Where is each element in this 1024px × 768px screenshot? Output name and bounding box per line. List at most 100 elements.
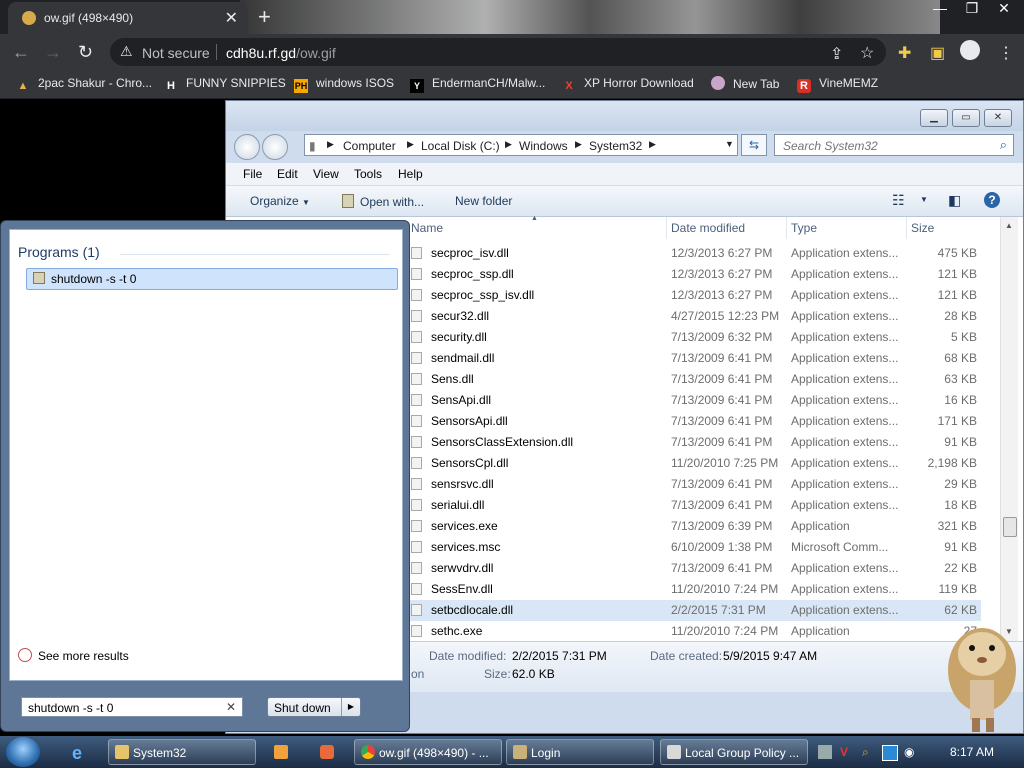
preview-pane-icon[interactable]: ◧ <box>948 192 961 209</box>
explorer-search-box[interactable]: ⌕ <box>774 134 1014 156</box>
column-divider[interactable] <box>666 217 667 239</box>
see-more-results-link[interactable]: See more results <box>18 648 129 663</box>
help-icon[interactable]: ? <box>984 192 1000 208</box>
start-search-input[interactable] <box>26 700 220 716</box>
explorer-refresh-button[interactable]: ⇆ <box>741 134 767 156</box>
file-row[interactable]: SensorsApi.dll 7/13/2009 6:41 PM Applicati… <box>407 411 981 432</box>
taskbar-button-chrome[interactable]: ow.gif (498×490) - ... <box>354 739 502 765</box>
explorer-search-input[interactable] <box>781 138 985 154</box>
reload-icon[interactable]: ↻ <box>78 42 93 63</box>
extensions-icon[interactable]: ✚ <box>898 43 911 63</box>
file-row[interactable]: setbcdlocale.dll 2/2/2015 7:31 PM Applicat… <box>407 600 981 621</box>
minimize-button[interactable]: — <box>924 0 956 22</box>
tray-monitor-icon[interactable] <box>882 745 898 761</box>
chevron-right-icon[interactable]: ▶ <box>327 139 334 150</box>
breadcrumb-item[interactable]: Local Disk (C:) <box>421 139 500 153</box>
tray-app-icon[interactable] <box>818 745 832 759</box>
taskbar-clock[interactable]: 8:17 AM <box>950 745 994 759</box>
menu-dots-icon[interactable]: ⋮ <box>998 43 1014 63</box>
file-row[interactable]: SensorsCpl.dll 11/20/2010 7:25 PM Applicat… <box>407 453 981 474</box>
forward-icon[interactable]: → <box>44 42 62 63</box>
restore-button[interactable]: ❐ <box>956 0 988 22</box>
media-player-icon[interactable] <box>262 739 300 765</box>
security-label[interactable]: Not secure <box>142 45 210 61</box>
file-row[interactable]: sensrsvc.dll 7/13/2009 6:41 PM Application… <box>407 474 981 495</box>
explorer-minimize-button[interactable]: ▁ <box>920 109 948 127</box>
menu-file[interactable]: File <box>243 167 262 181</box>
file-row[interactable]: secur32.dll 4/27/2015 12:23 PM Application… <box>407 306 981 327</box>
explorer-back-button[interactable] <box>234 134 260 160</box>
taskbar-button-group-policy[interactable]: Local Group Policy ... <box>660 739 808 765</box>
organize-button[interactable]: Organize ▼ <box>250 194 310 208</box>
chevron-down-icon[interactable]: ▼ <box>920 195 928 204</box>
taskbar-button-login[interactable]: Login <box>506 739 654 765</box>
explorer-maximize-button[interactable]: ▭ <box>952 109 980 127</box>
address-bar[interactable]: ⚠ Not secure cdh8u.rf.gd/ow.gif ⇪ ☆ <box>110 38 886 66</box>
menu-tools[interactable]: Tools <box>354 167 382 181</box>
new-folder-button[interactable]: New folder <box>455 194 512 208</box>
explorer-breadcrumb[interactable]: ▮ ▶ Computer ▶ Local Disk (C:) ▶ Windows… <box>304 134 738 156</box>
tab-close-icon[interactable]: ✕ <box>225 8 238 28</box>
breadcrumb-item[interactable]: Computer <box>343 139 396 153</box>
side-panel-icon[interactable]: ▣ <box>930 43 945 63</box>
column-header-name[interactable]: Name <box>411 221 443 235</box>
close-window-button[interactable]: ✕ <box>988 0 1020 22</box>
bookmark-star-icon[interactable]: ☆ <box>860 43 874 63</box>
bookmark-item[interactable]: Y EndermanCH/Malw... <box>410 76 545 93</box>
search-icon[interactable]: ⌕ <box>1000 137 1007 153</box>
paint-icon[interactable] <box>308 739 346 765</box>
internet-explorer-icon[interactable]: e <box>62 739 100 765</box>
file-row[interactable]: services.exe 7/13/2009 6:39 PM Application… <box>407 516 981 537</box>
tray-v-icon[interactable]: V <box>840 745 854 759</box>
file-row[interactable]: SensorsClassExtension.dll 7/13/2009 6:41 … <box>407 432 981 453</box>
back-icon[interactable]: ← <box>12 42 30 63</box>
column-header-size[interactable]: Size <box>911 221 934 235</box>
scrollbar-thumb[interactable] <box>1003 517 1017 537</box>
profile-avatar[interactable] <box>960 40 980 60</box>
tray-search-icon[interactable]: ⌕ <box>862 745 876 759</box>
file-row[interactable]: serwvdrv.dll 7/13/2009 6:41 PM Application… <box>407 558 981 579</box>
bookmark-item[interactable]: New Tab <box>711 76 779 91</box>
new-tab-button[interactable]: + <box>258 4 271 30</box>
bookmark-item[interactable]: H FUNNY SNIPPIES <box>164 76 286 93</box>
bookmark-item[interactable]: X XP Horror Download <box>562 76 694 93</box>
file-row[interactable]: secproc_isv.dll 12/3/2013 6:27 PM Applicat… <box>407 243 981 264</box>
breadcrumb-item[interactable]: System32 <box>589 139 642 153</box>
program-result-item[interactable]: shutdown -s -t 0 <box>26 268 398 290</box>
vertical-scrollbar[interactable]: ▲ ▼ <box>1000 217 1018 641</box>
menu-view[interactable]: View <box>313 167 339 181</box>
chevron-right-icon[interactable]: ▶ <box>575 139 582 150</box>
view-options-icon[interactable]: ☷ <box>892 192 905 209</box>
explorer-forward-button[interactable] <box>262 134 288 160</box>
clear-search-icon[interactable]: ✕ <box>226 700 236 714</box>
open-with-button[interactable]: Open with... <box>342 194 424 209</box>
column-header-type[interactable]: Type <box>791 221 817 235</box>
file-row[interactable]: SessEnv.dll 11/20/2010 7:24 PM Application… <box>407 579 981 600</box>
file-row[interactable]: sethc.exe11/20/2010 7:24 PMApplication27 <box>407 621 981 642</box>
breadcrumb-item[interactable]: Windows <box>519 139 568 153</box>
shutdown-options-arrow-icon[interactable]: ▶ <box>341 698 360 716</box>
explorer-titlebar[interactable]: ▁ ▭ ✕ <box>226 101 1023 131</box>
start-button[interactable] <box>6 737 40 767</box>
share-icon[interactable]: ⇪ <box>830 44 843 64</box>
bookmark-item[interactable]: ▲ 2pac Shakur - Chro... <box>16 76 153 93</box>
column-header-date[interactable]: Date modified <box>671 221 745 235</box>
explorer-close-button[interactable]: ✕ <box>984 109 1012 127</box>
file-row[interactable]: Sens.dll 7/13/2009 6:41 PM Application ext… <box>407 369 981 390</box>
menu-edit[interactable]: Edit <box>277 167 298 181</box>
bookmark-item[interactable]: R VineMEMZ <box>797 76 878 93</box>
column-divider[interactable] <box>786 217 787 239</box>
taskbar-button-system32[interactable]: System32 <box>108 739 256 765</box>
file-row[interactable]: security.dll 7/13/2009 6:32 PM Application… <box>407 327 981 348</box>
file-row[interactable]: services.msc 6/10/2009 1:38 PM Microsoft C… <box>407 537 981 558</box>
chevron-right-icon[interactable]: ▶ <box>649 139 656 150</box>
bookmark-item[interactable]: PH windows ISOS <box>294 76 394 93</box>
file-row[interactable]: SensApi.dll 7/13/2009 6:41 PM Application … <box>407 390 981 411</box>
chevron-right-icon[interactable]: ▶ <box>505 139 512 150</box>
chevron-right-icon[interactable]: ▶ <box>407 139 414 150</box>
url-text[interactable]: cdh8u.rf.gd/ow.gif <box>226 45 336 61</box>
start-search-box[interactable]: ✕ <box>21 697 243 717</box>
browser-tab[interactable]: ow.gif (498×490) ✕ <box>8 2 248 34</box>
chevron-down-icon[interactable]: ▼ <box>725 139 734 149</box>
tray-volume-icon[interactable]: ◉ <box>904 745 918 759</box>
